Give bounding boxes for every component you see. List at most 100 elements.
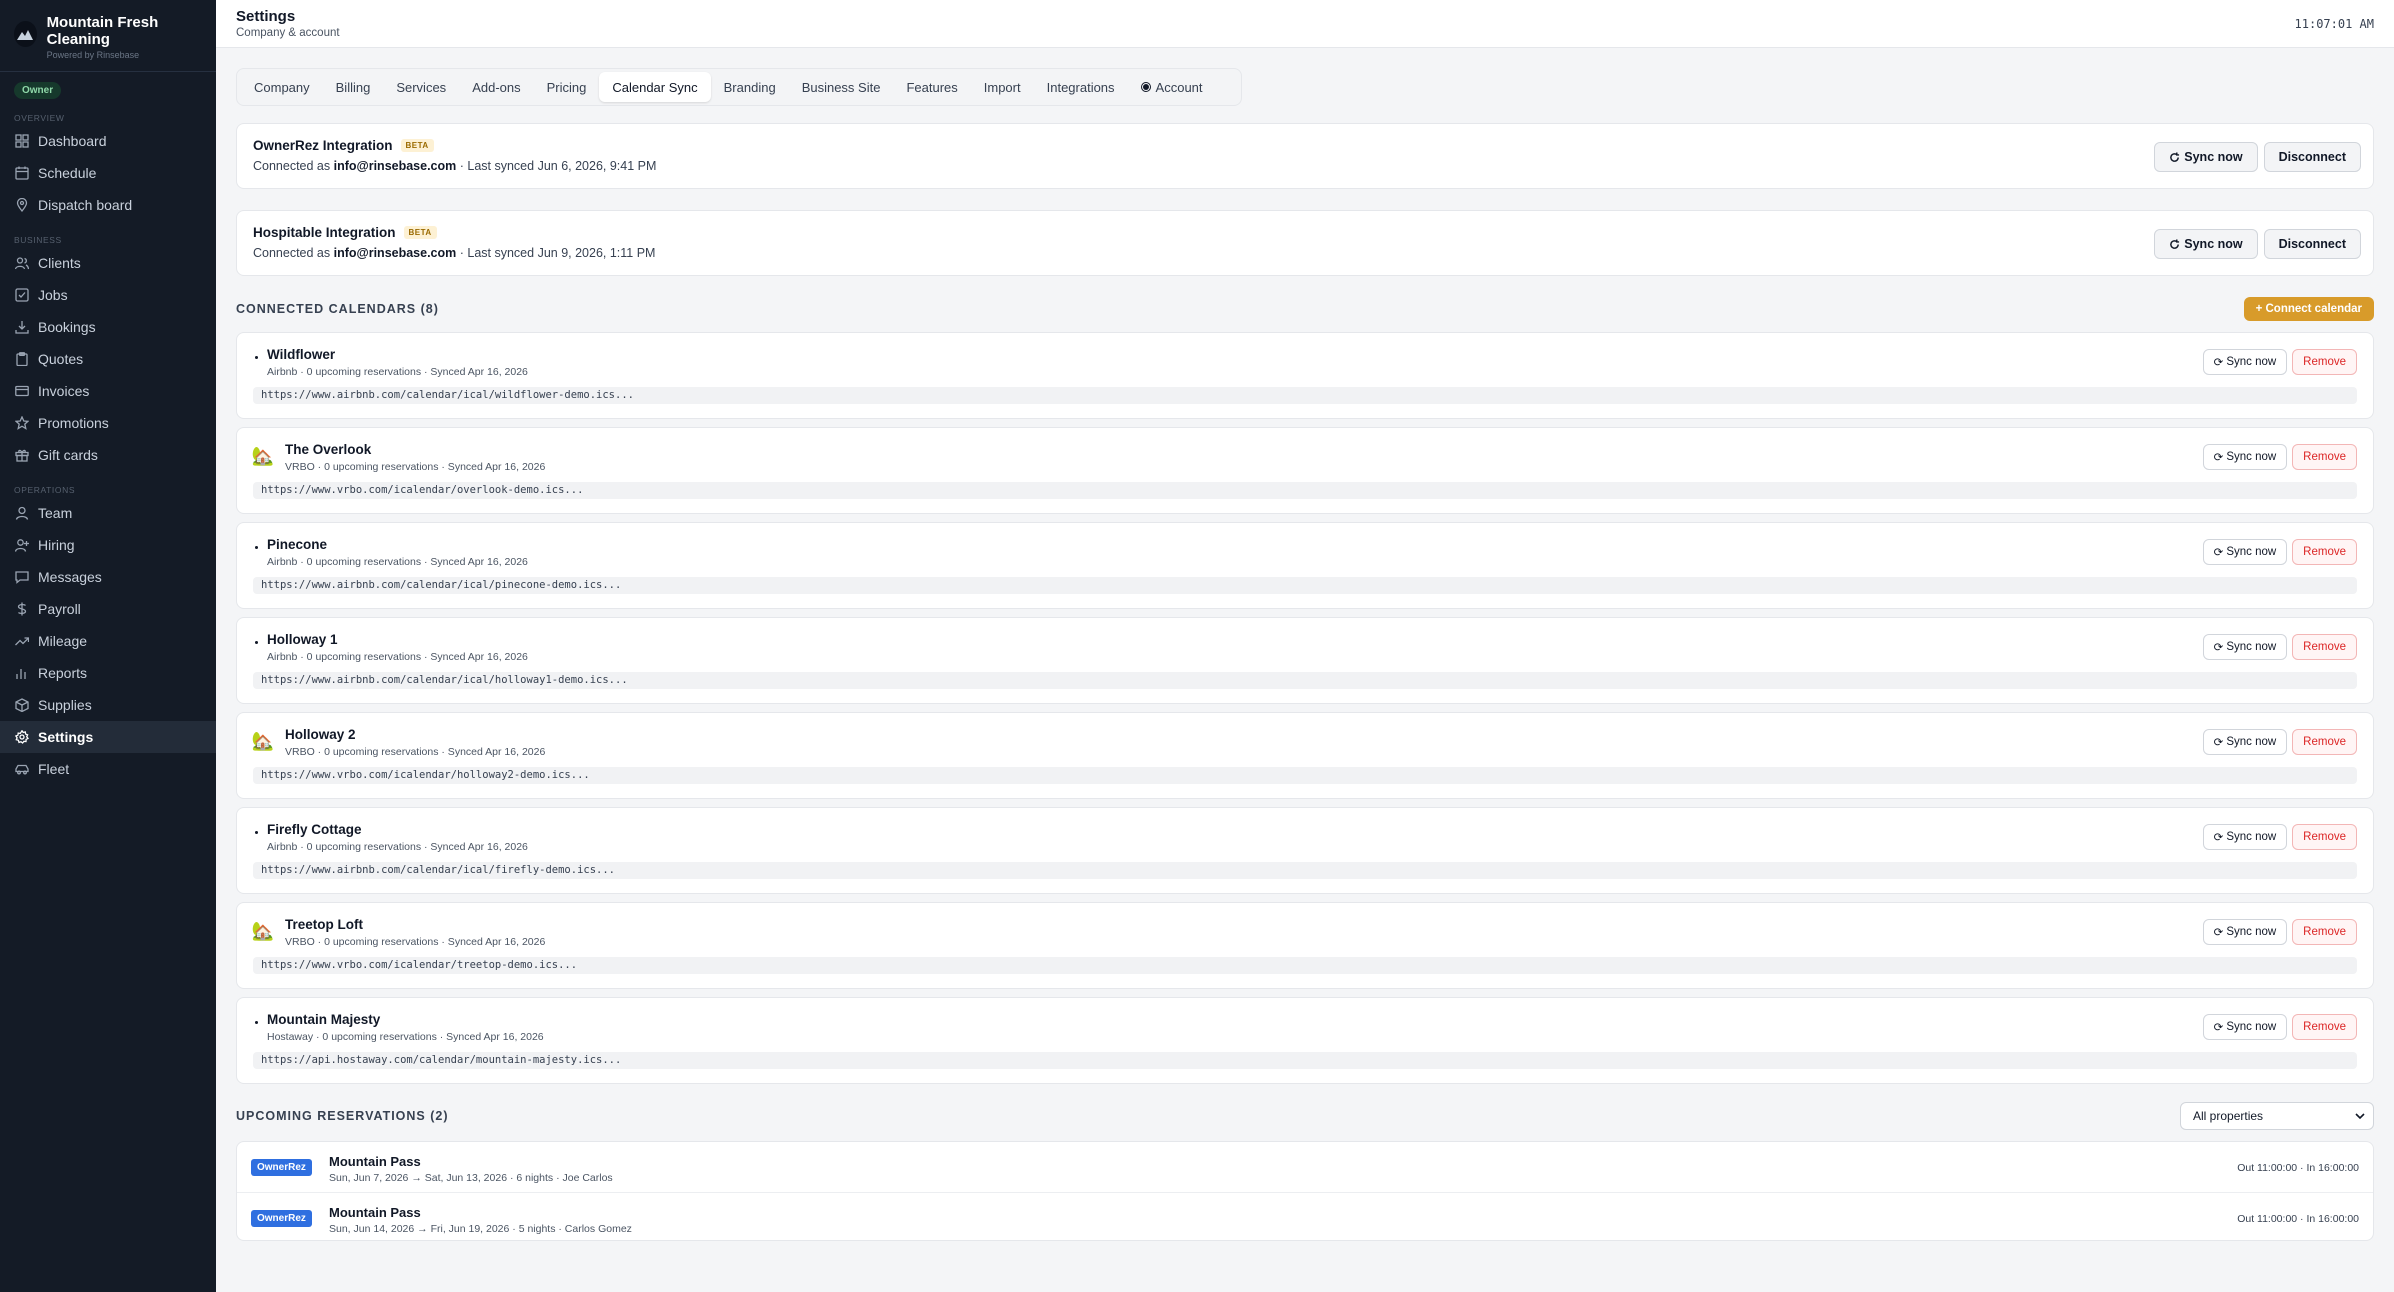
remove-button[interactable]: Remove — [2292, 729, 2357, 755]
reservation-row[interactable]: OwnerRez Mountain Pass Sun, Jun 14, 2026… — [237, 1192, 2373, 1242]
calendar-meta: VRBO · 0 upcoming reservations · Synced … — [285, 936, 546, 948]
sync-now-button[interactable]: ⟳ Sync now — [2202, 634, 2288, 660]
sync-now-button[interactable]: ⟳ Sync now — [2202, 349, 2288, 375]
disconnect-button[interactable]: Disconnect — [2263, 142, 2361, 172]
calendar-icon — [14, 165, 30, 181]
refresh-icon: ⟳ — [2213, 642, 2224, 654]
tab-add-ons[interactable]: Add-ons — [459, 72, 533, 102]
connected-email: info@rinsebase.com — [333, 246, 457, 260]
remove-button[interactable]: Remove — [2292, 824, 2357, 850]
sync-now-button[interactable]: Sync now — [2154, 229, 2258, 259]
disconnect-button[interactable]: Disconnect — [2263, 229, 2361, 259]
calendar-card: Pinecone Airbnb · 0 upcoming reservation… — [236, 522, 2374, 609]
users-icon — [14, 255, 30, 271]
dot-icon — [255, 546, 258, 549]
sync-now-button[interactable]: ⟳ Sync now — [2202, 824, 2288, 850]
remove-button[interactable]: Remove — [2292, 444, 2357, 470]
tab-business-site[interactable]: Business Site — [789, 72, 894, 102]
sync-now-button[interactable]: Sync now — [2154, 142, 2258, 172]
nav-section-operations: OPERATIONS Team Hiring Messages Payroll … — [0, 483, 216, 785]
tab-services[interactable]: Services — [383, 72, 459, 102]
remove-button[interactable]: Remove — [2292, 349, 2357, 375]
sidebar-item-mileage[interactable]: Mileage — [0, 625, 216, 657]
sidebar-item-supplies[interactable]: Supplies — [0, 689, 216, 721]
integration-title: Hospitable Integration — [253, 225, 396, 240]
property-filter-select[interactable]: All properties — [2180, 1102, 2374, 1130]
tab-calendar-sync[interactable]: Calendar Sync — [599, 72, 711, 102]
integration-meta: Connected as info@rinsebase.com · Last s… — [253, 159, 656, 173]
tab-company[interactable]: Company — [241, 72, 323, 102]
connect-calendar-button[interactable]: + Connect calendar — [2243, 297, 2374, 321]
reservation-property: Mountain Pass — [329, 1154, 421, 1169]
sidebar-item-label: Payroll — [38, 601, 81, 617]
sync-now-button[interactable]: ⟳ Sync now — [2202, 729, 2288, 755]
calendar-actions: ⟳ Sync now Remove — [2202, 444, 2357, 470]
calendar-card: 🏡 Treetop Loft VRBO · 0 upcoming reserva… — [236, 902, 2374, 989]
star-icon — [14, 415, 30, 431]
sidebar-item-fleet[interactable]: Fleet — [0, 753, 216, 785]
sidebar-item-clients[interactable]: Clients — [0, 247, 216, 279]
sync-now-label: Sync now — [2226, 831, 2277, 843]
integration-card-ownerrez: OwnerRez Integration BETA Connected as i… — [236, 123, 2374, 189]
sidebar-item-label: Promotions — [38, 415, 109, 431]
sidebar-item-payroll[interactable]: Payroll — [0, 593, 216, 625]
brand: Mountain Fresh Cleaning Powered by Rinse… — [0, 0, 216, 72]
tab-features[interactable]: Features — [893, 72, 970, 102]
calendar-name: Holloway 1 — [267, 632, 338, 647]
sync-now-label: Sync now — [2226, 356, 2277, 368]
sync-now-button[interactable]: ⟳ Sync now — [2202, 919, 2288, 945]
remove-button[interactable]: Remove — [2292, 634, 2357, 660]
sidebar-item-invoices[interactable]: Invoices — [0, 375, 216, 407]
sidebar-item-quotes[interactable]: Quotes — [0, 343, 216, 375]
sync-now-button[interactable]: ⟳ Sync now — [2202, 539, 2288, 565]
sidebar-item-messages[interactable]: Messages — [0, 561, 216, 593]
nav-section-overview: OVERVIEW Dashboard Schedule Dispatch boa… — [0, 111, 216, 221]
sidebar-item-label: Hiring — [38, 537, 75, 553]
refresh-icon: ⟳ — [2213, 832, 2224, 844]
reservation-row[interactable]: OwnerRez Mountain Pass Sun, Jun 7, 2026 … — [237, 1142, 2373, 1192]
sidebar-item-label: Team — [38, 505, 73, 521]
connected-prefix: Connected as — [253, 159, 331, 173]
calendar-actions: ⟳ Sync now Remove — [2202, 729, 2357, 755]
tab-pricing[interactable]: Pricing — [534, 72, 600, 102]
remove-button[interactable]: Remove — [2292, 539, 2357, 565]
calendar-url: https://www.airbnb.com/calendar/ical/pin… — [253, 577, 2357, 594]
remove-button[interactable]: Remove — [2292, 919, 2357, 945]
refresh-icon — [2169, 151, 2180, 163]
reservation-meta: Sun, Jun 7, 2026 → Sat, Jun 13, 2026 · 6… — [329, 1172, 613, 1184]
sidebar-item-label: Invoices — [38, 383, 90, 399]
calendar-name: The Overlook — [285, 442, 372, 457]
sidebar-item-dashboard[interactable]: Dashboard — [0, 125, 216, 157]
sidebar-item-team[interactable]: Team — [0, 497, 216, 529]
sidebar-item-reports[interactable]: Reports — [0, 657, 216, 689]
sidebar-item-hiring[interactable]: Hiring — [0, 529, 216, 561]
car-icon — [14, 761, 30, 777]
tab-import[interactable]: Import — [971, 72, 1034, 102]
calendar-meta: VRBO · 0 upcoming reservations · Synced … — [285, 746, 546, 758]
calendar-card: Wildflower Airbnb · 0 upcoming reservati… — [236, 332, 2374, 419]
sidebar-item-dispatch-board[interactable]: Dispatch board — [0, 189, 216, 221]
remove-button[interactable]: Remove — [2292, 1014, 2357, 1040]
sidebar-item-promotions[interactable]: Promotions — [0, 407, 216, 439]
sidebar-item-label: Mileage — [38, 633, 88, 649]
sidebar-item-bookings[interactable]: Bookings — [0, 311, 216, 343]
sync-now-button[interactable]: ⟳ Sync now — [2202, 444, 2288, 470]
sidebar-item-settings[interactable]: Settings — [0, 721, 216, 753]
tab-account[interactable]: Account — [1128, 72, 1216, 102]
sync-now-label: Sync now — [2184, 237, 2243, 251]
role-badge: Owner — [14, 82, 62, 99]
tab-branding[interactable]: Branding — [711, 72, 789, 102]
connected-calendars-heading: CONNECTED CALENDARS (8) — [236, 302, 439, 316]
beta-badge: BETA — [403, 226, 437, 239]
sidebar-item-schedule[interactable]: Schedule — [0, 157, 216, 189]
calendar-name: Holloway 2 — [285, 727, 356, 742]
tab-billing[interactable]: Billing — [323, 72, 384, 102]
sidebar-item-label: Clients — [38, 255, 81, 271]
sidebar-item-jobs[interactable]: Jobs — [0, 279, 216, 311]
tab-integrations[interactable]: Integrations — [1034, 72, 1128, 102]
calendar-actions: ⟳ Sync now Remove — [2202, 824, 2357, 850]
brand-name: Mountain Fresh Cleaning — [46, 14, 159, 48]
sidebar-item-gift-cards[interactable]: Gift cards — [0, 439, 216, 471]
calendar-url: https://www.vrbo.com/icalendar/treetop-d… — [253, 957, 2357, 974]
sync-now-button[interactable]: ⟳ Sync now — [2202, 1014, 2288, 1040]
